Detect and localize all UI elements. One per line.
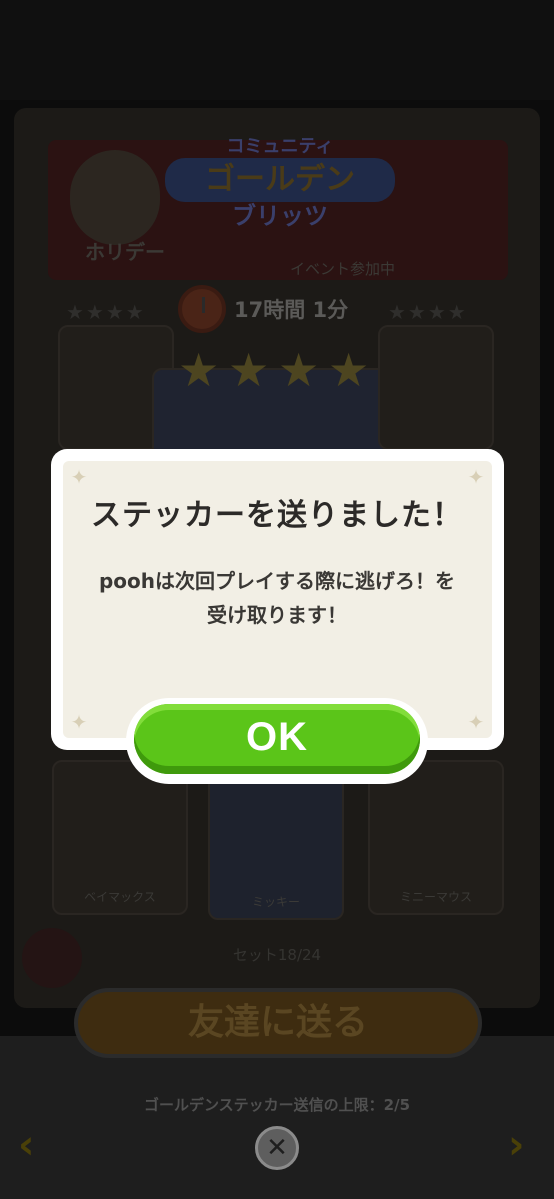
sticker-card-label: ミニーマウス: [399, 890, 472, 904]
sticker-card-label: ミッキー: [251, 895, 300, 909]
ok-button[interactable]: OK: [134, 704, 420, 774]
send-to-friend-button[interactable]: 友達に送る: [74, 988, 482, 1058]
chevron-left-icon[interactable]: ‹: [18, 1122, 34, 1168]
corner-ornament-icon: ✦: [70, 710, 88, 734]
close-icon[interactable]: ✕: [255, 1126, 299, 1170]
send-limit-text: ゴールデンステッカー送信の上限：2/5: [143, 1096, 411, 1114]
stopwatch-icon: [178, 285, 226, 333]
timer-text: 17時間 1分: [234, 298, 349, 322]
sticker-card-label: ベイマックス: [84, 890, 156, 904]
banner-right-label: イベント参加中: [290, 260, 396, 278]
set-progress: セット18/24: [232, 946, 322, 964]
corner-ornament-icon: ✦: [70, 465, 88, 489]
star-icon: ★: [228, 343, 270, 397]
event-logo-top: コミュニティ: [226, 136, 334, 157]
banner-left-label: ホリデー: [85, 240, 165, 264]
star-icon: ★: [278, 343, 320, 397]
event-timer: 17時間 1分: [178, 284, 348, 334]
featured-stars: ★ ★ ★ ★: [178, 345, 378, 395]
card-stars-right: ★★★★: [388, 300, 468, 324]
banner-character-image: [70, 150, 160, 245]
sticker-card[interactable]: [378, 325, 494, 450]
dialog-message: poohは次回プレイする際に逃げろ！を受け取ります！: [98, 569, 456, 627]
event-logo-bottom: ブリッツ: [232, 202, 328, 230]
star-icon: ★: [328, 343, 370, 397]
card-stars-left: ★★★★: [66, 300, 146, 324]
star-icon: ★: [178, 343, 220, 397]
sticker-card[interactable]: ミッキー: [208, 760, 344, 920]
corner-ornament-icon: ✦: [467, 710, 485, 734]
top-bar: [0, 0, 554, 100]
chevron-right-icon[interactable]: ›: [508, 1122, 524, 1168]
dialog-title: ステッカーを送りました！: [91, 498, 463, 533]
footer-bar: [0, 1036, 554, 1199]
corner-ornament-icon: ✦: [467, 465, 485, 489]
